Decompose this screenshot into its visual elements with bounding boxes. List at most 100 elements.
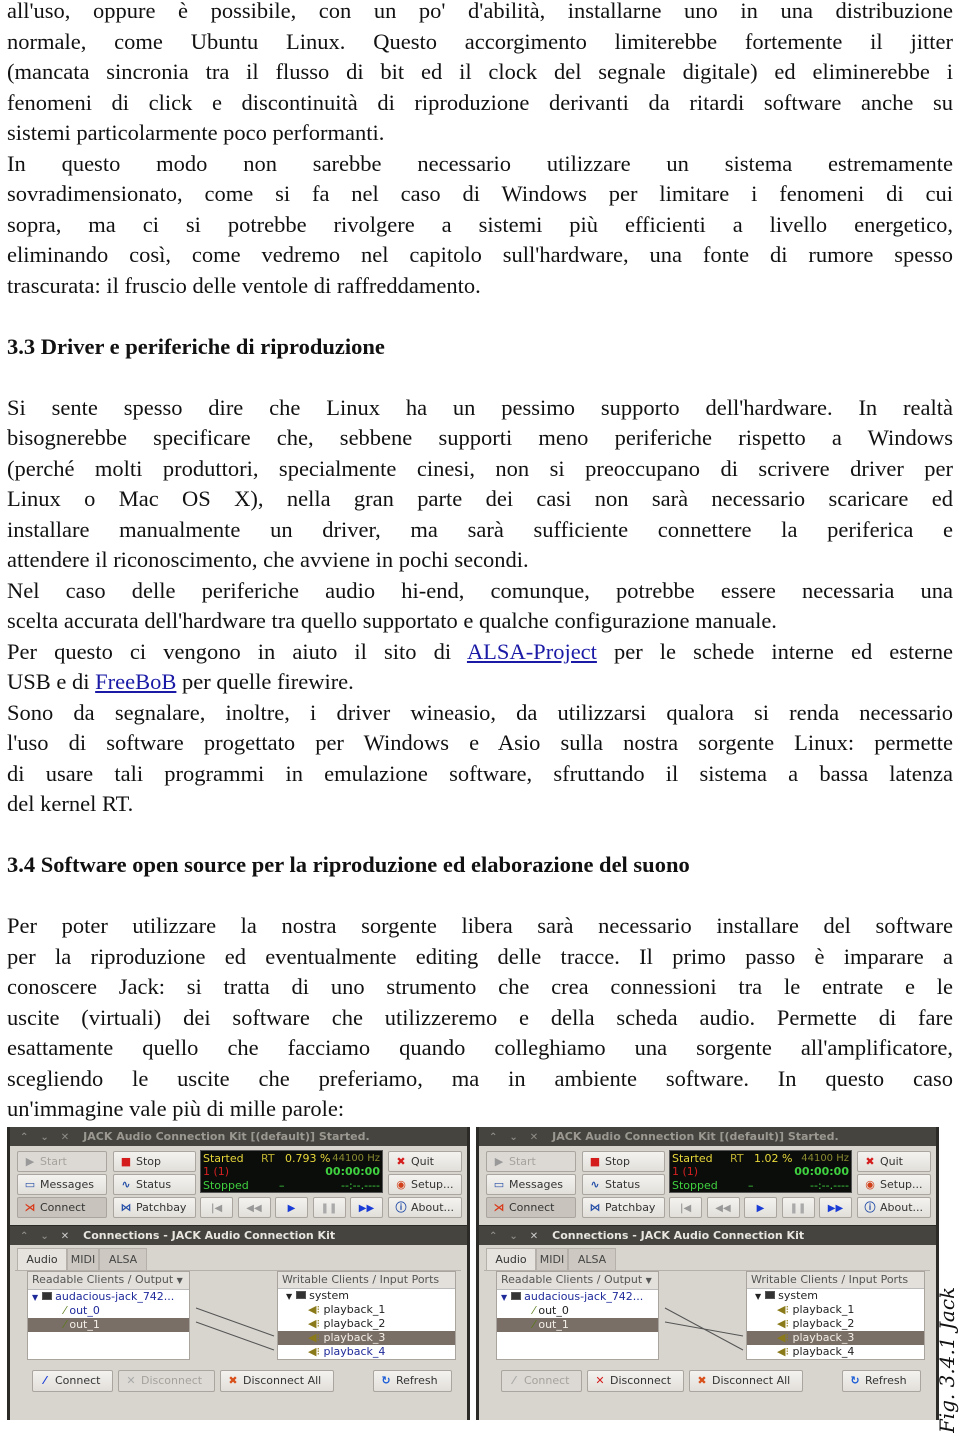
status-button[interactable]: ∿ Status — [582, 1174, 665, 1195]
output-port-row[interactable]: ⁄ out_1 — [497, 1318, 658, 1332]
minimize-icon[interactable]: ⌃ — [20, 1132, 28, 1143]
about-button[interactable]: ⓘ About... — [388, 1197, 462, 1218]
refresh-button[interactable]: ↻ Refresh — [842, 1370, 921, 1392]
start-button[interactable]: ▶ Start — [17, 1151, 107, 1172]
close-icon[interactable]: ✕ — [61, 1231, 69, 1242]
connect-button[interactable]: ⁄ Connect — [501, 1370, 582, 1392]
minimize-icon[interactable]: ⌃ — [489, 1132, 497, 1143]
disconnect-button[interactable]: ✕ Disconnect — [118, 1370, 215, 1392]
link-freebob[interactable]: FreeBoB — [95, 669, 176, 694]
maximize-icon[interactable]: ⌄ — [40, 1231, 48, 1242]
client-row[interactable]: ▼ audacious-jack_742... — [28, 1290, 189, 1304]
play-button[interactable]: ▶ — [744, 1197, 777, 1218]
stop-button[interactable]: ■ Stop — [582, 1151, 665, 1172]
client-row[interactable]: ▼ audacious-jack_742... — [497, 1290, 658, 1304]
forward-button[interactable]: ▶▶ — [350, 1197, 383, 1218]
close-icon[interactable]: ✕ — [530, 1231, 538, 1242]
link-alsa-project[interactable]: ALSA-Project — [467, 639, 597, 664]
readable-clients-header[interactable]: Readable Clients / Output ▼ — [28, 1272, 189, 1290]
readable-clients-list[interactable]: Readable Clients / Output ▼ ▼ audacious-j… — [27, 1271, 190, 1360]
output-port-row[interactable]: ⁄ out_0 — [28, 1304, 189, 1318]
rewind-button[interactable]: ◀◀ — [237, 1197, 271, 1218]
forward-button[interactable]: ▶▶ — [819, 1197, 852, 1218]
speaker-icon: ◀⁝ — [308, 1331, 320, 1344]
rewind-start-button[interactable]: |◀ — [200, 1197, 233, 1218]
tab-audio[interactable]: Audio — [486, 1248, 536, 1270]
quit-icon: ✖ — [396, 1155, 406, 1168]
tab-audio[interactable]: Audio — [17, 1248, 67, 1270]
transport-dash: – — [748, 1179, 754, 1192]
client-row[interactable]: ▼ system — [278, 1289, 455, 1303]
quit-button[interactable]: ✖ Quit — [388, 1151, 462, 1172]
rewind-button[interactable]: ◀◀ — [706, 1197, 740, 1218]
main-title-bar[interactable]: ⌃ ⌄ ✕ JACK Audio Connection Kit [(default)]… — [10, 1127, 467, 1146]
maximize-icon[interactable]: ⌄ — [509, 1231, 517, 1242]
patchbay-button[interactable]: ⋈ Patchbay — [113, 1197, 196, 1218]
maximize-icon[interactable]: ⌄ — [509, 1132, 517, 1143]
refresh-button[interactable]: ↻ Refresh — [373, 1370, 452, 1392]
input-port-row[interactable]: ◀⁝ playback_4 — [278, 1345, 455, 1359]
rt-label: RT — [261, 1152, 275, 1165]
messages-button[interactable]: ▭ Messages — [486, 1174, 576, 1195]
writable-clients-header[interactable]: Writable Clients / Input Ports — [747, 1272, 924, 1289]
input-port-row[interactable]: ◀⁝ playback_1 — [278, 1303, 455, 1317]
readable-clients-list[interactable]: Readable Clients / Output ▼ ▼ audacious-j… — [496, 1271, 659, 1360]
patchbay-icon: ⋈ — [589, 1201, 601, 1214]
connect-button[interactable]: ⋊ Connect — [17, 1197, 107, 1218]
input-port-row[interactable]: ◀⁝ playback_2 — [747, 1317, 924, 1331]
writable-clients-list[interactable]: Writable Clients / Input Ports ▼ system ◀⁝… — [746, 1271, 925, 1360]
writable-clients-header[interactable]: Writable Clients / Input Ports — [278, 1272, 455, 1289]
text-line: fenomeni di click e discontinuità di rip… — [7, 89, 953, 115]
setup-button[interactable]: ◉ Setup... — [857, 1174, 931, 1195]
paragraph: Nel caso delle periferiche audio hi-end,… — [7, 576, 953, 637]
close-icon[interactable]: ✕ — [61, 1132, 69, 1143]
tab-midi[interactable]: MIDI — [536, 1248, 568, 1270]
pause-button[interactable]: ❚❚ — [781, 1197, 815, 1218]
rewind-start-icon: |◀ — [210, 1203, 223, 1214]
writable-clients-list[interactable]: Writable Clients / Input Ports ▼ system ◀⁝… — [277, 1271, 456, 1360]
pause-button[interactable]: ❚❚ — [312, 1197, 346, 1218]
text-span: Per questo ci vengono in aiuto il sito d… — [7, 638, 467, 664]
quit-button[interactable]: ✖ Quit — [857, 1151, 931, 1172]
main-title-bar[interactable]: ⌃ ⌄ ✕ JACK Audio Connection Kit [(default)]… — [479, 1127, 936, 1146]
minimize-icon[interactable]: ⌃ — [20, 1231, 28, 1242]
client-row[interactable]: ▼ system — [747, 1289, 924, 1303]
disconnect-button[interactable]: ✕ Disconnect — [587, 1370, 684, 1392]
connect-label: Connect — [509, 1201, 555, 1214]
input-port-row[interactable]: ◀⁝ playback_3 — [747, 1331, 924, 1345]
output-port-row[interactable]: ⁄ out_1 — [28, 1318, 189, 1332]
close-icon[interactable]: ✕ — [530, 1132, 538, 1143]
connections-title-bar[interactable]: ⌃ ⌄ ✕ Connections - JACK Audio Connection K… — [479, 1226, 936, 1245]
maximize-icon[interactable]: ⌄ — [40, 1132, 48, 1143]
setup-button[interactable]: ◉ Setup... — [388, 1174, 462, 1195]
tab-midi[interactable]: MIDI — [67, 1248, 99, 1270]
rewind-icon: ◀◀ — [715, 1203, 731, 1214]
connections-title-bar[interactable]: ⌃ ⌄ ✕ Connections - JACK Audio Connection K… — [10, 1226, 467, 1245]
disconnect-all-button[interactable]: ✖ Disconnect All — [689, 1370, 803, 1392]
speaker-icon: ◀⁝ — [308, 1303, 320, 1316]
stop-button[interactable]: ■ Stop — [113, 1151, 196, 1172]
paragraph: all'uso, oppure è possibile, con un po' … — [7, 0, 953, 149]
messages-button[interactable]: ▭ Messages — [17, 1174, 107, 1195]
minimize-icon[interactable]: ⌃ — [489, 1231, 497, 1242]
input-port-row[interactable]: ◀⁝ playback_3 — [278, 1331, 455, 1345]
tab-alsa[interactable]: ALSA — [568, 1248, 616, 1270]
readable-clients-header[interactable]: Readable Clients / Output ▼ — [497, 1272, 658, 1290]
connect-button[interactable]: ⋊ Connect — [486, 1197, 576, 1218]
input-port-row[interactable]: ◀⁝ playback_2 — [278, 1317, 455, 1331]
plug-icon: ⁄ — [64, 1318, 66, 1331]
input-port-row[interactable]: ◀⁝ playback_4 — [747, 1345, 924, 1359]
status-button[interactable]: ∿ Status — [113, 1174, 196, 1195]
play-button[interactable]: ▶ — [275, 1197, 308, 1218]
jack-screenshot-right: ⌃ ⌄ ✕ JACK Audio Connection Kit [(default)]… — [476, 1127, 939, 1420]
output-port-row[interactable]: ⁄ out_0 — [497, 1304, 658, 1318]
rewind-start-button[interactable]: |◀ — [669, 1197, 702, 1218]
connect-button[interactable]: ⁄ Connect — [32, 1370, 113, 1392]
speaker-icon: ◀⁝ — [777, 1345, 789, 1358]
tab-alsa[interactable]: ALSA — [99, 1248, 147, 1270]
disconnect-all-button[interactable]: ✖ Disconnect All — [220, 1370, 334, 1392]
about-button[interactable]: ⓘ About... — [857, 1197, 931, 1218]
input-port-row[interactable]: ◀⁝ playback_1 — [747, 1303, 924, 1317]
patchbay-button[interactable]: ⋈ Patchbay — [582, 1197, 665, 1218]
start-button[interactable]: ▶ Start — [486, 1151, 576, 1172]
